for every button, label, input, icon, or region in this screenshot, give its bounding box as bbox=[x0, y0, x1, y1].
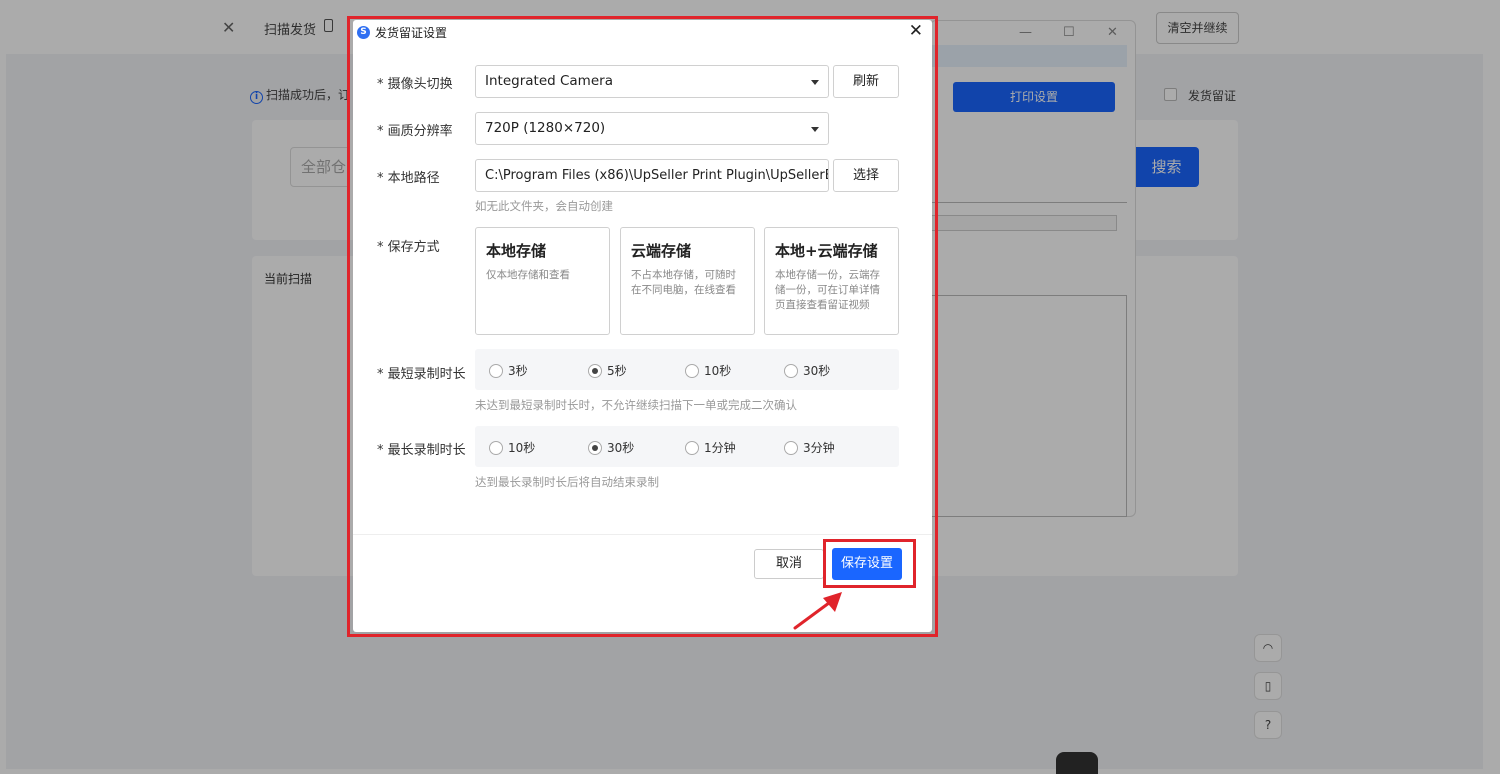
highlight-box bbox=[823, 539, 916, 588]
arrow-annotation-icon bbox=[793, 592, 842, 630]
